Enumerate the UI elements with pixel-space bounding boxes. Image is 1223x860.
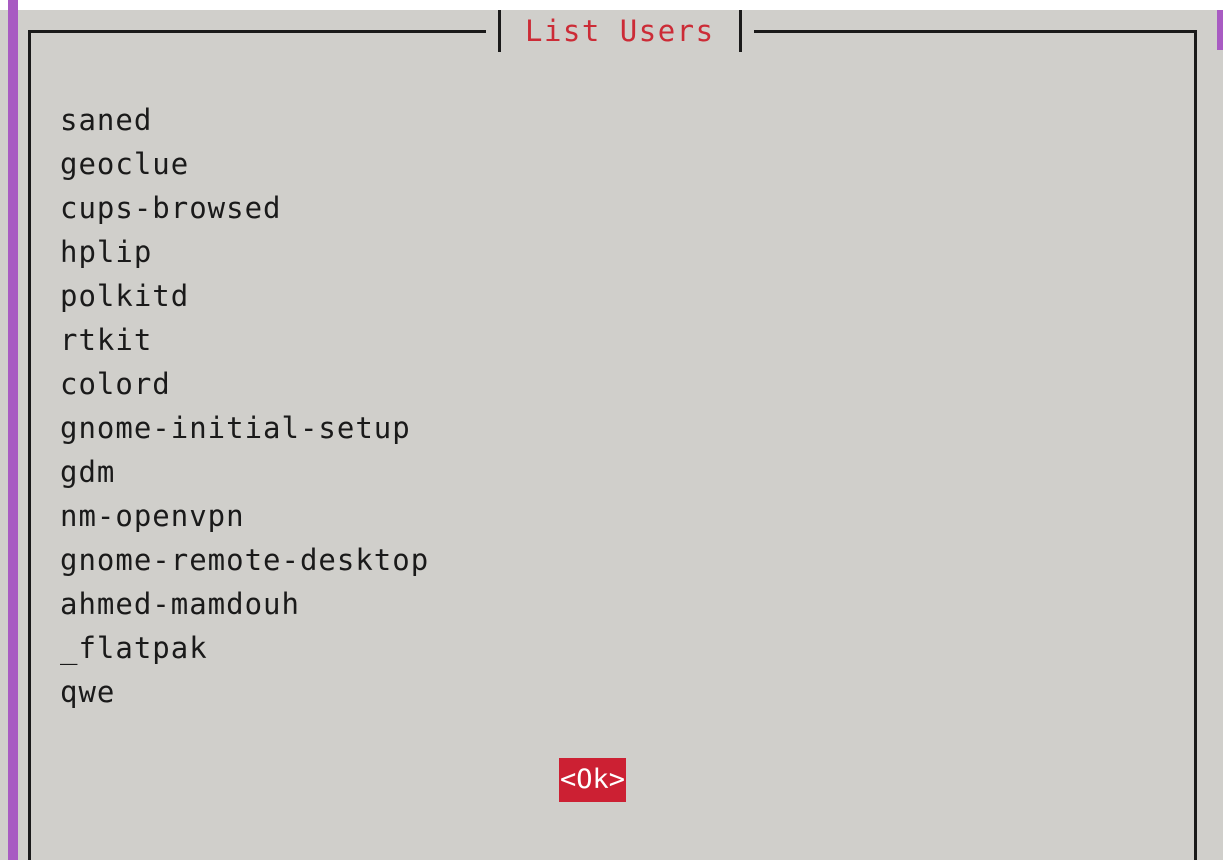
user-list-item: rtkit: [60, 323, 153, 357]
user-list-item: polkitd: [60, 279, 190, 313]
title-right-tick: [738, 10, 742, 52]
user-list-item: gnome-remote-desktop: [60, 543, 430, 577]
terminal-top-edge: [0, 0, 1223, 10]
user-list-item: colord: [60, 367, 171, 401]
terminal-window-left-accent: [8, 0, 18, 860]
dialog-title-bar: List Users: [486, 10, 754, 52]
ok-button[interactable]: <Ok>: [559, 758, 627, 802]
user-list-item: gnome-initial-setup: [60, 411, 411, 445]
user-list: saned geoclue cups-browsed hplip polkitd…: [60, 98, 429, 714]
user-list-item: nm-openvpn: [60, 499, 245, 533]
terminal-window-right-accent: [1217, 10, 1223, 50]
list-users-dialog: List Users saned geoclue cups-browsed hp…: [18, 10, 1217, 860]
user-list-item: gdm: [60, 455, 116, 489]
user-list-item: geoclue: [60, 147, 190, 181]
user-list-item: cups-browsed: [60, 191, 282, 225]
user-list-item: _flatpak: [60, 631, 208, 665]
user-list-item: saned: [60, 103, 153, 137]
user-list-item: hplip: [60, 235, 153, 269]
user-list-item: qwe: [60, 675, 116, 709]
dialog-title: List Users: [525, 14, 715, 48]
user-list-item: ahmed-mamdouh: [60, 587, 300, 621]
